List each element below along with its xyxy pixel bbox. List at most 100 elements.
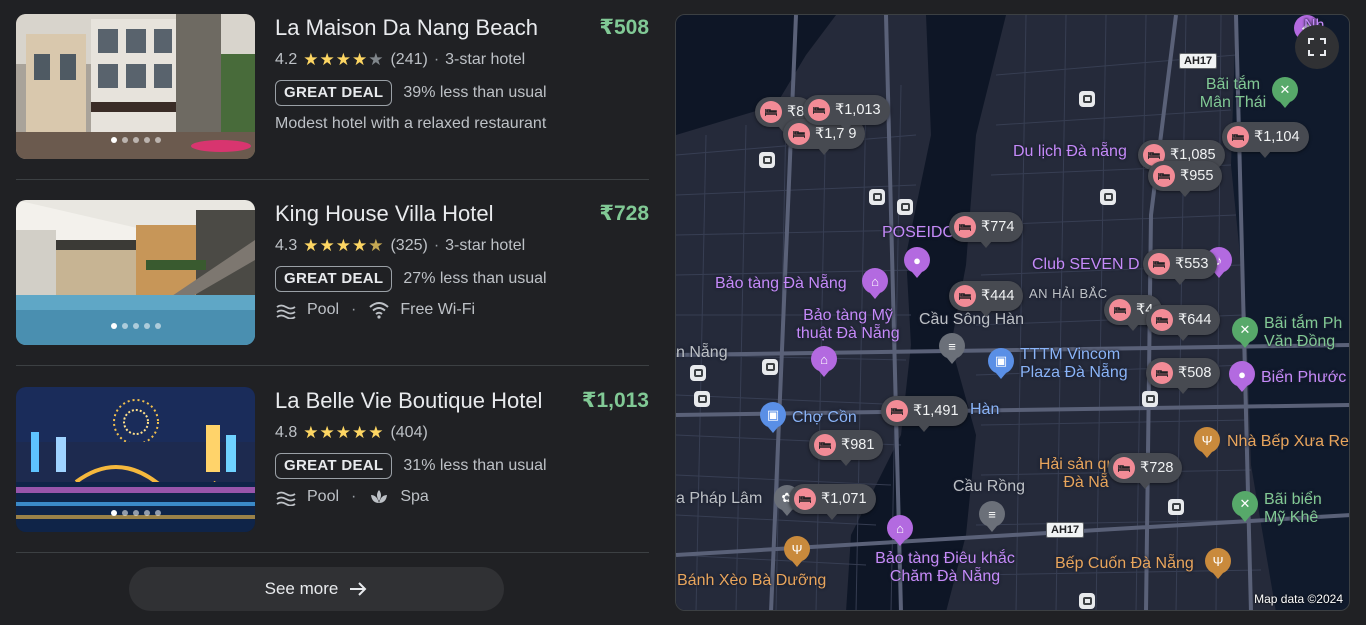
hotel-card[interactable]: King House Villa Hotel ₹728 4.3 ★★★★★ (3… bbox=[16, 200, 649, 386]
hotel-price-pin[interactable]: ₹1,013 bbox=[803, 95, 890, 131]
poi-label[interactable]: Biển Phước bbox=[1261, 369, 1346, 387]
amenities-row: Pool · Free Wi-Fi bbox=[275, 300, 649, 320]
poi-label[interactable]: Bãi biển Mỹ Khê bbox=[1264, 491, 1346, 527]
rating-row: 4.8 ★★★★★ (404) bbox=[275, 423, 649, 443]
amenity-spa: Spa bbox=[400, 488, 429, 505]
bus-stop-icon[interactable] bbox=[759, 152, 775, 168]
hotel-photo[interactable] bbox=[16, 14, 255, 159]
poi-label[interactable]: a Pháp Lâm bbox=[676, 490, 762, 508]
hotel-price-pin[interactable]: ₹1,104 bbox=[1222, 122, 1309, 158]
bus-stop-icon[interactable] bbox=[1142, 391, 1158, 407]
hotel-name[interactable]: King House Villa Hotel bbox=[275, 200, 649, 228]
star-rating-icon: ★★★★★ bbox=[303, 423, 385, 443]
bed-icon bbox=[1113, 457, 1135, 479]
museum-icon[interactable]: ⌂ bbox=[862, 268, 888, 299]
hotel-price-pin[interactable]: ₹774 bbox=[949, 212, 1024, 248]
poi-label[interactable]: TTTM Vincom Plaza Đà Nẵng bbox=[1020, 346, 1140, 382]
hotel-price-pin[interactable]: ₹1,071 bbox=[789, 484, 876, 520]
see-more-button[interactable]: See more bbox=[129, 567, 504, 611]
poi-label: n Nẵng bbox=[676, 344, 728, 361]
poi-label[interactable]: Club SEVEN D bbox=[1032, 256, 1140, 274]
bus-stop-icon[interactable] bbox=[1079, 91, 1095, 107]
poi-label[interactable]: Bánh Xèo Bà Dưỡng bbox=[677, 572, 826, 590]
poi-label[interactable]: Bảo tàng Điêu khắc Chăm Đà Nẵng bbox=[865, 550, 1025, 586]
bus-stop-icon[interactable] bbox=[897, 199, 913, 215]
hotel-price-pin[interactable]: ₹553 bbox=[1143, 249, 1218, 285]
separator: · bbox=[433, 51, 440, 68]
museum-icon[interactable]: ⌂ bbox=[887, 515, 913, 546]
poi-label[interactable]: Nhà Bếp Xưa Re bbox=[1227, 433, 1349, 451]
map-credit: Map data ©2024 bbox=[1254, 592, 1343, 606]
poi-label[interactable]: Cầu Sông Hàn bbox=[919, 311, 1024, 329]
bus-stop-icon[interactable] bbox=[1168, 499, 1184, 515]
great-deal-badge: GREAT DEAL bbox=[275, 453, 393, 479]
hotel-price: ₹1,013 bbox=[581, 389, 649, 412]
hotel-list: La Maison Da Nang Beach ₹508 4.2 ★★★★★ (… bbox=[16, 0, 649, 625]
bus-stop-icon[interactable] bbox=[1100, 189, 1116, 205]
bridge-icon[interactable]: ≡ bbox=[979, 501, 1005, 532]
bridge-icon[interactable]: ≡ bbox=[939, 333, 965, 364]
hotel-price-pin[interactable]: ₹728 bbox=[1108, 453, 1183, 489]
shopping-icon[interactable]: ▣ bbox=[988, 348, 1014, 379]
expand-icon[interactable] bbox=[1295, 25, 1339, 69]
museum-icon[interactable]: ⌂ bbox=[811, 346, 837, 377]
hotel-map[interactable]: AH17 AH17 ⌂ ⌂ ● ♪ ● ⌂ ◆ ✕ ✕ ✕ ≡ ≡ ✿ ▣ ▣ … bbox=[675, 14, 1350, 611]
arrow-right-icon bbox=[350, 582, 367, 596]
deal-row: GREAT DEAL 31% less than usual bbox=[275, 453, 649, 479]
road-shield: AH17 bbox=[1046, 522, 1085, 538]
bed-icon bbox=[1151, 309, 1173, 331]
camera-icon[interactable]: ● bbox=[904, 247, 930, 278]
poi-label[interactable]: Cầu Rồng bbox=[953, 478, 1025, 496]
rating-value: 4.2 bbox=[275, 51, 298, 68]
poi-label[interactable]: Bãi tắm Mân Thái bbox=[1193, 76, 1273, 112]
restaurant-icon[interactable]: Ψ bbox=[1194, 427, 1220, 458]
poi-label[interactable]: Bếp Cuốn Đà Nẵng bbox=[1055, 555, 1194, 573]
hotel-price-pin[interactable]: ₹955 bbox=[1148, 161, 1223, 197]
poi-label[interactable]: Bảo tàng Đà Nẵng bbox=[715, 275, 847, 293]
wifi-icon bbox=[369, 302, 390, 319]
bus-stop-icon[interactable] bbox=[1079, 593, 1095, 609]
beach-icon[interactable]: ✕ bbox=[1232, 317, 1258, 348]
camera-icon[interactable]: ● bbox=[1229, 361, 1255, 392]
bus-stop-icon[interactable] bbox=[869, 189, 885, 205]
amenity-wifi: Free Wi-Fi bbox=[400, 301, 476, 318]
hotel-price-pin[interactable]: ₹444 bbox=[949, 281, 1024, 317]
bus-stop-icon[interactable] bbox=[690, 365, 706, 381]
hotel-photo[interactable] bbox=[16, 200, 255, 345]
great-deal-badge: GREAT DEAL bbox=[275, 266, 393, 292]
photo-carousel-dots bbox=[16, 323, 255, 329]
hotel-price-pin[interactable]: ₹508 bbox=[1146, 358, 1221, 394]
hotel-name[interactable]: La Maison Da Nang Beach bbox=[275, 14, 649, 42]
hotel-description: Modest hotel with a relaxed restaurant bbox=[275, 115, 547, 132]
poi-label[interactable]: Hàn bbox=[970, 401, 999, 419]
hotel-card[interactable]: La Maison Da Nang Beach ₹508 4.2 ★★★★★ (… bbox=[16, 14, 649, 200]
deal-text: 31% less than usual bbox=[403, 457, 547, 474]
great-deal-badge: GREAT DEAL bbox=[275, 80, 393, 106]
bed-icon bbox=[1148, 253, 1170, 275]
divider bbox=[16, 552, 649, 553]
beach-icon[interactable]: ✕ bbox=[1272, 77, 1298, 108]
hotel-price-pin[interactable]: ₹981 bbox=[809, 430, 884, 466]
bed-icon bbox=[808, 99, 830, 121]
beach-icon[interactable]: ✕ bbox=[1232, 491, 1258, 522]
hotel-card[interactable]: La Belle Vie Boutique Hotel ₹1,013 4.8 ★… bbox=[16, 387, 649, 573]
restaurant-icon[interactable]: Ψ bbox=[1205, 548, 1231, 579]
shopping-cart-icon[interactable]: ▣ bbox=[760, 402, 786, 433]
rating-value: 4.8 bbox=[275, 424, 298, 441]
bus-stop-icon[interactable] bbox=[762, 359, 778, 375]
poi-label[interactable]: Bãi tắm Ph Văn Đồng bbox=[1264, 315, 1349, 351]
bed-icon bbox=[760, 101, 782, 123]
restaurant-icon[interactable]: Ψ bbox=[784, 536, 810, 567]
hotel-price-pin[interactable]: ₹1,491 bbox=[881, 396, 968, 432]
bed-icon bbox=[814, 434, 836, 456]
poi-label[interactable]: Du lịch Đà nẵng bbox=[1013, 143, 1127, 161]
see-more-label: See more bbox=[264, 579, 339, 598]
pool-icon bbox=[276, 304, 296, 319]
poi-label[interactable]: Chợ Cồn bbox=[792, 409, 857, 427]
poi-label[interactable]: Bảo tàng Mỹ thuật Đà Nẵng bbox=[788, 307, 908, 343]
amenities-row: Pool · Spa bbox=[275, 487, 649, 507]
poi-label[interactable]: POSEIDO bbox=[882, 224, 955, 242]
hotel-photo[interactable] bbox=[16, 387, 255, 532]
bus-stop-icon[interactable] bbox=[694, 391, 710, 407]
hotel-price-pin[interactable]: ₹644 bbox=[1146, 305, 1221, 341]
